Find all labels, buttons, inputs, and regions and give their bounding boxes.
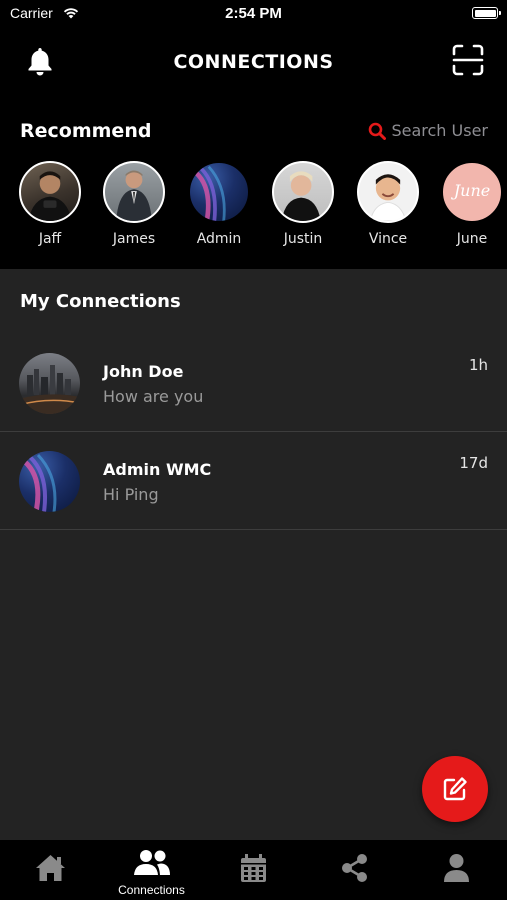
connection-time: 1h bbox=[468, 356, 488, 374]
status-time: 2:54 PM bbox=[225, 5, 282, 22]
recommend-user-name: Vince bbox=[368, 231, 408, 247]
tab-home[interactable] bbox=[0, 840, 101, 900]
my-connections-section: My Connections John Doe How are you 1h A… bbox=[0, 269, 507, 840]
avatar bbox=[272, 161, 334, 223]
avatar bbox=[19, 353, 80, 414]
share-icon bbox=[342, 854, 367, 882]
search-user-label: Search User bbox=[391, 121, 488, 140]
compose-button[interactable] bbox=[422, 756, 488, 822]
recommend-user-june[interactable]: June June bbox=[437, 161, 507, 247]
connection-message: Hi Ping bbox=[103, 485, 159, 504]
recommend-user-justin[interactable]: Justin bbox=[268, 161, 338, 247]
compose-icon bbox=[443, 777, 467, 801]
tab-connections[interactable]: Connections bbox=[101, 840, 202, 900]
avatar bbox=[19, 161, 81, 223]
tab-share[interactable] bbox=[304, 840, 405, 900]
tab-bar: Connections bbox=[0, 840, 507, 900]
connection-message: How are you bbox=[103, 387, 204, 406]
battery-icon bbox=[472, 7, 501, 19]
avatar bbox=[19, 451, 80, 512]
recommend-section: Recommend Search User Jaff James Admin J… bbox=[0, 96, 507, 269]
app-header: CONNECTIONS bbox=[0, 28, 507, 96]
avatar bbox=[357, 161, 419, 223]
connections-icon bbox=[134, 850, 170, 875]
search-user-button[interactable]: Search User bbox=[368, 121, 488, 140]
recommend-user-name: June bbox=[456, 231, 488, 247]
page-title: CONNECTIONS bbox=[173, 51, 334, 73]
tab-label: Connections bbox=[118, 883, 185, 897]
recommend-user-jaff[interactable]: Jaff bbox=[15, 161, 85, 247]
tab-profile[interactable] bbox=[406, 840, 507, 900]
connection-row[interactable]: John Doe How are you 1h bbox=[0, 334, 507, 432]
search-icon bbox=[369, 122, 387, 140]
connection-time: 17d bbox=[459, 454, 488, 472]
avatar-script-text: June bbox=[453, 181, 491, 200]
connection-name: Admin WMC bbox=[103, 460, 212, 479]
connection-row[interactable]: Admin WMC Hi Ping 17d bbox=[0, 432, 507, 530]
profile-icon bbox=[444, 854, 469, 882]
recommend-user-name: James bbox=[112, 231, 156, 247]
recommend-user-james[interactable]: James bbox=[99, 161, 169, 247]
my-connections-heading: My Connections bbox=[20, 291, 181, 312]
tab-calendar[interactable] bbox=[203, 840, 304, 900]
recommend-user-name: Admin bbox=[196, 231, 242, 247]
avatar bbox=[188, 161, 250, 223]
recommend-user-admin[interactable]: Admin bbox=[184, 161, 254, 247]
recommend-heading: Recommend bbox=[20, 120, 152, 142]
recommend-user-vince[interactable]: Vince bbox=[353, 161, 423, 247]
avatar bbox=[103, 161, 165, 223]
recommend-list: Jaff James Admin Justin Vince June June bbox=[0, 161, 507, 261]
avatar: June bbox=[441, 161, 503, 223]
scan-icon[interactable] bbox=[452, 44, 484, 76]
recommend-user-name: Justin bbox=[283, 231, 323, 247]
status-bar: Carrier 2:54 PM bbox=[0, 0, 507, 28]
calendar-icon bbox=[241, 854, 266, 882]
recommend-user-name: Jaff bbox=[38, 231, 62, 247]
connection-name: John Doe bbox=[103, 362, 184, 381]
home-icon bbox=[36, 855, 65, 881]
